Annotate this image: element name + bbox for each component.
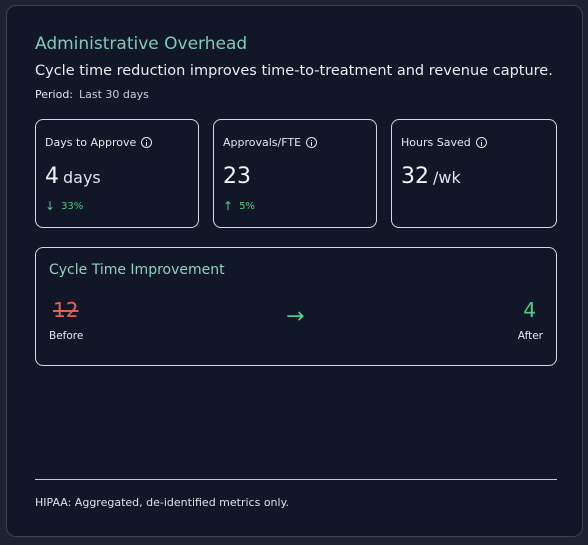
metric-label-row: Hours Saved [401, 136, 487, 149]
metric-value-row: 4 days [45, 164, 101, 189]
arrow-right-icon: → [286, 304, 305, 329]
footer-divider [35, 479, 557, 480]
info-icon[interactable] [475, 137, 487, 148]
card-subtitle: Cycle time reduction improves time-to-tr… [35, 63, 553, 79]
before-label: Before [49, 330, 84, 342]
metric-value: 32 [401, 164, 429, 189]
metric-label: Days to Approve [45, 136, 137, 149]
arrow-down-icon: ↓ [45, 199, 56, 213]
metric-unit: /wk [433, 168, 461, 187]
metric-card-days-to-approve: Days to Approve 4 days ↓ 33% [35, 119, 199, 228]
metric-value-row: 32/wk [401, 164, 461, 189]
footer-note: HIPAA: Aggregated, de-identified metrics… [35, 496, 290, 509]
metric-label-row: Days to Approve [45, 136, 153, 149]
period-value: Last 30 days [79, 88, 149, 101]
card-title: Administrative Overhead [35, 34, 248, 54]
metric-label: Hours Saved [401, 136, 471, 149]
metric-value: 23 [223, 164, 251, 189]
period-row: Period: Last 30 days [35, 88, 149, 101]
arrow-up-icon: ↑ [223, 199, 234, 213]
metric-value: 4 [45, 164, 59, 189]
info-icon[interactable] [306, 137, 318, 148]
after-label: After [517, 330, 543, 342]
cycle-time-panel: Cycle Time Improvement 12 Before → 4 Aft… [35, 247, 557, 366]
metric-value-row: 23 [223, 164, 251, 189]
metric-label-row: Approvals/FTE [223, 136, 318, 149]
metric-card-hours-saved: Hours Saved 32/wk [391, 119, 557, 228]
metric-card-approvals-per-fte: Approvals/FTE 23 ↑ 5% [213, 119, 377, 228]
info-icon[interactable] [141, 137, 153, 148]
metric-unit: days [63, 168, 101, 187]
period-label: Period: [35, 88, 74, 101]
before-value: 12 [53, 298, 79, 322]
metric-delta-value: 5% [239, 200, 255, 212]
metric-delta: ↑ 5% [223, 199, 255, 213]
metric-delta-value: 33% [61, 200, 84, 212]
metric-delta: ↓ 33% [45, 199, 83, 213]
metric-label: Approvals/FTE [223, 136, 302, 149]
cycle-title: Cycle Time Improvement [49, 262, 225, 278]
after-value: 4 [523, 298, 536, 322]
administrative-overhead-card: Administrative Overhead Cycle time reduc… [6, 5, 583, 537]
